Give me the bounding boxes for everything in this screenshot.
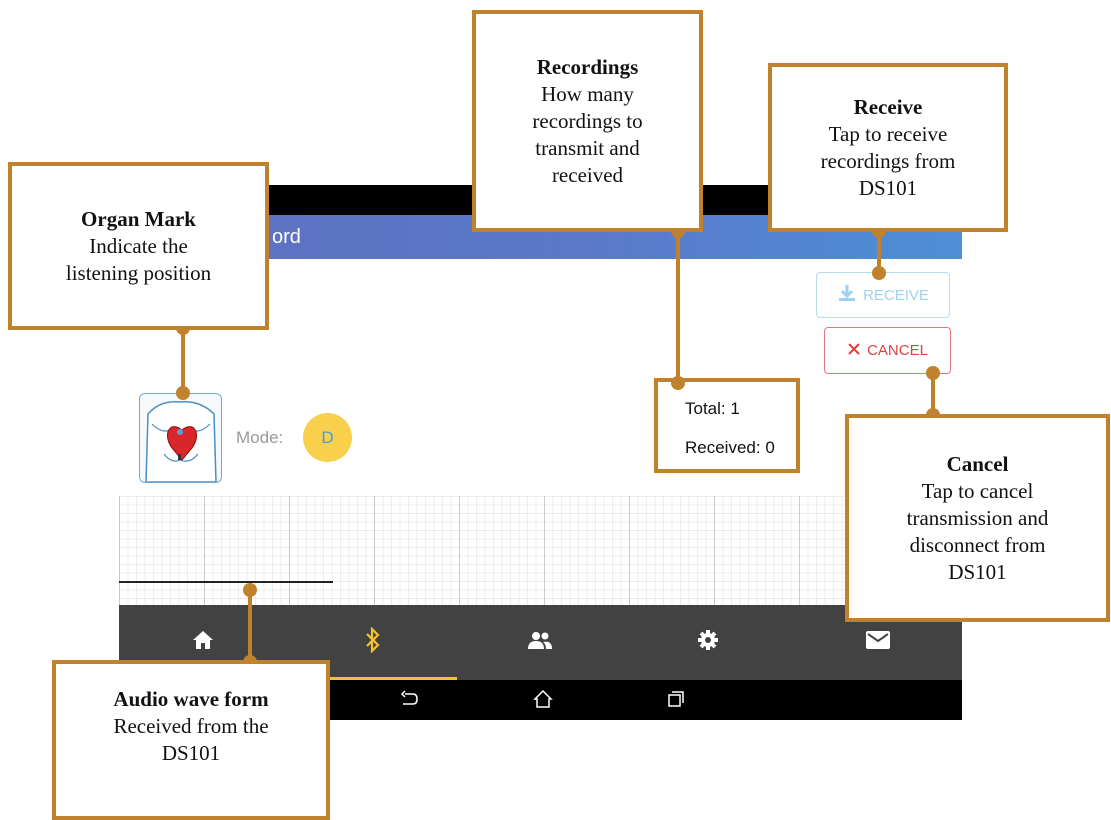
mode-label: Mode:	[236, 428, 284, 447]
callout-title: Cancel	[946, 451, 1009, 476]
organ-mark-callout: Organ Mark Indicate the listening positi…	[8, 162, 269, 330]
callout-line: transmit and	[535, 135, 640, 160]
callout-line: DS101	[948, 559, 1007, 584]
callout-title: Audio wave form	[113, 687, 269, 711]
settings-icon	[697, 629, 719, 656]
callout-title: Organ Mark	[81, 206, 196, 231]
heart-torso-icon	[145, 401, 217, 482]
callout-title: Recordings	[536, 54, 639, 79]
organ-mark[interactable]	[139, 393, 222, 483]
callout-line: received	[551, 162, 624, 187]
audio-connector-dot	[243, 583, 257, 597]
cancel-callout: Cancel Tap to cancel transmission and di…	[845, 414, 1110, 622]
app-title: ord	[272, 226, 301, 248]
callout-line: transmission and	[906, 505, 1049, 530]
people-icon	[527, 631, 553, 654]
callout-line: How many	[541, 81, 634, 106]
callout-line: Received from the	[113, 714, 269, 738]
home-outline-icon	[533, 689, 553, 714]
recordings-callout: Recordings How many recordings to transm…	[472, 10, 703, 232]
callout-line: recordings from	[820, 148, 956, 173]
callout-line: Tap to cancel	[921, 478, 1034, 503]
home-system-button[interactable]	[528, 686, 558, 716]
cancel-label: CANCEL	[867, 342, 928, 359]
callout-line: Tap to receive	[828, 121, 948, 146]
organ-connector	[181, 328, 185, 390]
recents-button[interactable]	[661, 686, 691, 716]
callout-line: DS101	[858, 175, 918, 200]
close-icon	[847, 342, 861, 360]
receive-button[interactable]: RECEIVE	[816, 272, 950, 318]
callout-line: listening position	[65, 260, 212, 285]
bluetooth-icon	[365, 626, 381, 658]
recordings-count-box	[654, 378, 800, 473]
total-count: Total: 1	[685, 399, 740, 418]
receive-callout: Receive Tap to receive recordings from D…	[768, 63, 1008, 232]
callout-line: DS101	[161, 741, 221, 765]
callout-title: Receive	[853, 94, 923, 119]
organ-connector-dot	[176, 386, 190, 400]
callout-line: disconnect from	[909, 532, 1046, 557]
cancel-connector-dot	[926, 366, 940, 380]
recordings-connector-dot	[671, 376, 685, 390]
back-icon	[399, 689, 419, 713]
receive-label: RECEIVE	[863, 286, 929, 304]
download-icon	[837, 283, 857, 307]
received-count: Received: 0	[685, 438, 775, 457]
audio-waveform-line	[119, 581, 333, 583]
recordings-connector	[676, 230, 680, 382]
mode-badge[interactable]: D	[303, 413, 352, 462]
nav-people[interactable]	[456, 605, 624, 680]
callout-line: Indicate the	[89, 233, 188, 258]
receive-connector-dot	[872, 266, 886, 280]
home-icon	[192, 630, 214, 655]
back-button[interactable]	[394, 686, 424, 716]
audio-waveform-callout: Audio wave form Received from the DS101	[52, 660, 330, 820]
recents-icon	[667, 690, 685, 713]
mail-icon	[866, 631, 890, 654]
callout-line: recordings to	[532, 108, 643, 133]
nav-settings[interactable]	[624, 605, 792, 680]
